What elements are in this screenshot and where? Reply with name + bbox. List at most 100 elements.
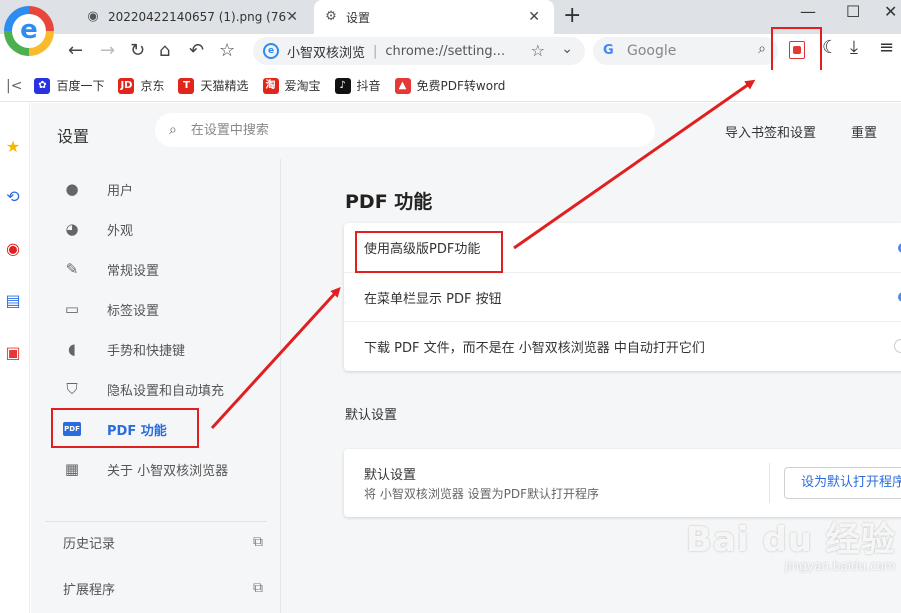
download-icon[interactable]: ⤓ [850,37,858,58]
reset-link[interactable]: 重置 [851,122,877,141]
forward-button[interactable]: → [100,38,115,64]
nav-item-gestures[interactable]: ◖ 手势和快捷键 [31,329,281,369]
bookmark-aitaobao[interactable]: 淘 爱淘宝 [262,77,321,94]
nav-label: 扩展程序 [63,582,116,598]
nav-label: 手势和快捷键 [107,343,186,359]
google-icon: G [603,43,614,58]
person-icon: ● [65,180,79,198]
nav-label: 隐私设置和自动填充 [107,383,225,399]
minimize-button[interactable]: — [800,2,816,21]
shield-icon: ⛉ [66,380,78,398]
omnibox-divider: | [373,43,378,59]
moon-icon[interactable]: ☾ [822,37,838,58]
new-tab-button[interactable]: + [563,3,581,28]
site-name: 小智双核浏览 [287,45,366,61]
bookmark-label: 天猫精选 [200,79,249,93]
tab-image[interactable]: ◉ 20220422140657 (1).png (767×44 ✕ [76,2,312,32]
bookmark-jd[interactable]: JD 京东 [118,77,164,94]
close-icon[interactable]: ✕ [528,9,540,25]
import-bookmarks-link[interactable]: 导入书签和设置 [725,122,816,141]
tab-label: 20220422140657 (1).png (767×44 [108,10,288,24]
bookmark-label: 百度一下 [56,79,105,93]
tab-strip: ◉ 20220422140657 (1).png (767×44 ✕ ⚙ 设置 … [0,0,901,34]
nav-label: 常规设置 [107,263,160,279]
window-icon[interactable]: ▤ [3,291,23,311]
tmall-icon: T [178,77,195,94]
toggle-switch[interactable] [894,339,901,353]
default-section-title: 默认设置 [345,408,398,423]
search-placeholder: Google [627,43,677,59]
extension-sidebar: ★ ⟲ ◉ ▤ ▣ [0,103,30,613]
reload-button[interactable]: ↻ [130,38,145,64]
nav-divider [45,521,267,522]
bookmark-star-icon[interactable]: ☆ [219,38,235,64]
weibo-icon[interactable]: ◉ [3,239,23,259]
nav-item-privacy[interactable]: ⛉ 隐私设置和自动填充 [31,369,281,409]
nav-item-history[interactable]: 历史记录 ⧉ [63,532,263,552]
tab-icon: ▭ [64,300,80,318]
nav-label: 用户 [107,183,134,199]
nav-label: 关于 小智双核浏览器 [107,463,229,479]
chevron-down-icon[interactable]: ⌄ [561,41,573,57]
history-icon[interactable]: ⟲ [3,187,23,207]
home-button[interactable]: ⌂ [159,38,170,64]
browser-logo: e [4,6,54,56]
star-favorites-icon[interactable]: ★ [3,137,23,157]
bookmarks-bar: |< ✿ 百度一下 JD 京东 T 天猫精选 淘 爱淘宝 ♪ 抖音 ▲ 免费PD… [0,70,901,102]
bookmark-label: 抖音 [356,79,381,93]
pdf-icon[interactable]: ▣ [3,343,23,363]
wrench-icon: ✎ [65,260,79,278]
bookmark-pdf-to-word[interactable]: ▲ 免费PDF转word [394,77,506,94]
taobao-icon: 淘 [262,77,279,94]
close-icon[interactable]: ✕ [286,9,298,25]
settings-header: 设置 ⌕ 导入书签和设置 重置 [31,103,901,159]
bookmark-label: 爱淘宝 [284,79,321,93]
undo-close-button[interactable]: ↶ [189,38,204,64]
search-box[interactable]: G Google ⌕ [593,37,778,65]
search-icon: ⌕ [169,122,177,138]
setting-row-highlight [355,231,503,273]
settings-search-input[interactable] [190,122,631,138]
nav-item-tabs[interactable]: ▭ 标签设置 [31,289,281,329]
setting-row-download-pdf[interactable]: 下载 PDF 文件，而不是在 小智双核浏览器 中自动打开它们 [344,321,901,370]
bookmark-label: 京东 [140,79,165,93]
close-window-button[interactable]: ✕ [884,2,897,21]
watermark-url: jingyan.baidu.com [784,559,896,573]
bookmark-label: 免费PDF转word [416,79,506,93]
nav-item-about[interactable]: ▦ 关于 小智双核浏览器 [31,449,281,489]
star-icon[interactable]: ☆ [531,41,545,60]
tab-settings[interactable]: ⚙ 设置 ✕ [314,0,554,34]
back-button[interactable]: ← [68,38,83,64]
nav-item-appearance[interactable]: ◕ 外观 [31,209,281,249]
nav-item-general[interactable]: ✎ 常规设置 [31,249,281,289]
external-link-icon: ⧉ [253,534,263,550]
default-card-title: 默认设置 [364,468,417,483]
address-bar[interactable]: e 小智双核浏览 | chrome://setting... ☆ ⌄ [253,37,585,65]
bookmark-tmall[interactable]: T 天猫精选 [178,77,249,94]
pdf-icon: ▲ [394,77,411,94]
gear-icon: ⚙ [325,9,337,24]
nav-label: 外观 [107,223,134,239]
sidebar-toggle-icon[interactable]: |< [6,78,22,94]
setting-label: 下载 PDF 文件，而不是在 小智双核浏览器 中自动打开它们 [364,340,705,356]
section-title: PDF 功能 [345,191,433,213]
card-divider [769,463,770,503]
setting-row-menu-pdf-button[interactable]: 在菜单栏显示 PDF 按钮 [344,272,901,321]
toolbar: ← → ↻ ⌂ ↶ ☆ e 小智双核浏览 | chrome://setting.… [0,34,901,68]
nav-item-extensions[interactable]: 扩展程序 ⧉ [63,578,263,598]
globe-icon: ◉ [87,9,99,24]
nav-item-user[interactable]: ● 用户 [31,169,281,209]
watermark-brand: Bai du 经验 [686,520,896,560]
bookmark-douyin[interactable]: ♪ 抖音 [334,77,381,94]
nav-label: 标签设置 [107,303,160,319]
search-icon[interactable]: ⌕ [758,41,766,57]
pdf-extension-icon[interactable] [789,41,805,59]
menu-icon[interactable]: ≡ [879,37,894,58]
set-default-button[interactable]: 设为默认打开程序 [784,467,901,499]
external-link-icon: ⧉ [253,580,263,596]
logo-letter: e [20,15,38,45]
bookmark-baidu[interactable]: ✿ 百度一下 [34,77,104,94]
settings-search[interactable]: ⌕ [155,113,655,147]
baidu-watermark: Bai du 经验 jingyan.baidu.com [686,512,896,573]
maximize-button[interactable]: ☐ [846,2,860,21]
